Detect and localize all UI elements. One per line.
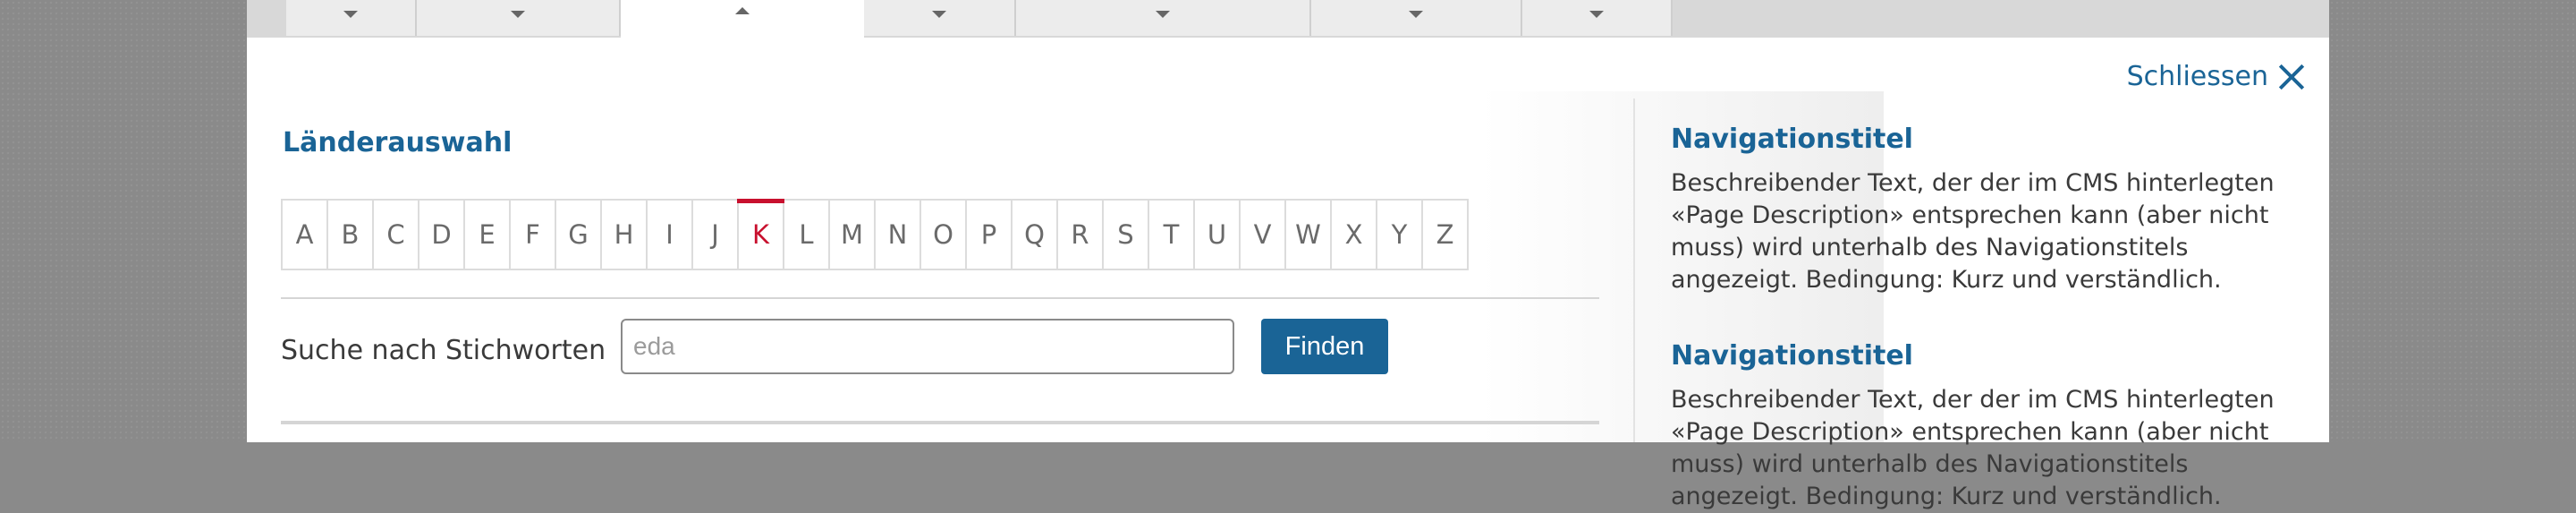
letter-w[interactable]: W — [1286, 201, 1332, 269]
nav-item-title[interactable]: Navigationstitel — [1671, 124, 2297, 155]
letter-p[interactable]: P — [967, 201, 1013, 269]
letter-e[interactable]: E — [465, 201, 511, 269]
tab-4[interactable] — [864, 0, 1016, 36]
close-icon — [2279, 64, 2304, 90]
chevron-down-icon — [343, 11, 358, 18]
letter-c[interactable]: C — [374, 201, 419, 269]
letter-l[interactable]: L — [784, 201, 830, 269]
letter-d[interactable]: D — [419, 201, 465, 269]
letter-n[interactable]: N — [876, 201, 921, 269]
chevron-down-icon — [932, 11, 946, 18]
search-input[interactable] — [621, 319, 1234, 374]
divider — [281, 421, 1599, 424]
tab-5[interactable] — [1016, 0, 1311, 36]
chevron-down-icon — [511, 11, 525, 18]
nav-item[interactable]: Navigationstitel Beschreibender Text, de… — [1671, 340, 2297, 513]
letter-r[interactable]: R — [1058, 201, 1104, 269]
letter-y[interactable]: Y — [1377, 201, 1423, 269]
tab-6[interactable] — [1311, 0, 1522, 36]
letter-o[interactable]: O — [921, 201, 967, 269]
tab-2[interactable] — [417, 0, 621, 36]
letter-k[interactable]: K — [737, 199, 784, 269]
close-label: Schliessen — [2126, 61, 2268, 92]
nav-item-title[interactable]: Navigationstitel — [1671, 340, 2297, 372]
nav-item-description: Beschreibender Text, der der im CMS hint… — [1671, 386, 2275, 510]
divider — [281, 297, 1599, 299]
letter-a[interactable]: A — [283, 201, 328, 269]
chevron-down-icon — [1589, 11, 1604, 18]
tab-7[interactable] — [1522, 0, 1673, 36]
letter-u[interactable]: U — [1195, 201, 1241, 269]
search-label: Suche nach Stichworten — [281, 335, 606, 366]
chevron-down-icon — [1409, 11, 1423, 18]
letter-h[interactable]: H — [602, 201, 648, 269]
letter-x[interactable]: X — [1332, 201, 1377, 269]
nav-item-description: Beschreibender Text, der der im CMS hint… — [1671, 169, 2275, 294]
alphabet-filter: ABCDEFGHIJKLMNOPQRSTUVWXYZ — [281, 199, 1469, 270]
find-button[interactable]: Finden — [1261, 319, 1388, 374]
chevron-down-icon — [1156, 11, 1170, 18]
letter-t[interactable]: T — [1149, 201, 1195, 269]
letter-b[interactable]: B — [328, 201, 374, 269]
letter-m[interactable]: M — [830, 201, 876, 269]
letter-g[interactable]: G — [556, 201, 602, 269]
letter-z[interactable]: Z — [1423, 201, 1469, 269]
column-divider — [1633, 98, 1635, 442]
letter-j[interactable]: J — [693, 201, 739, 269]
nav-item[interactable]: Navigationstitel Beschreibender Text, de… — [1671, 124, 2297, 296]
letter-v[interactable]: V — [1241, 201, 1286, 269]
letter-s[interactable]: S — [1104, 201, 1149, 269]
top-tab-strip — [247, 0, 2329, 39]
letter-q[interactable]: Q — [1013, 201, 1058, 269]
letter-f[interactable]: F — [511, 201, 556, 269]
tab-3[interactable] — [621, 0, 864, 39]
section-title: Länderauswahl — [283, 127, 513, 158]
letter-i[interactable]: I — [648, 201, 693, 269]
tab-1[interactable] — [286, 0, 417, 36]
close-button[interactable]: Schliessen — [2127, 61, 2304, 92]
chevron-up-icon — [735, 7, 750, 14]
dropdown-panel: Schliessen Länderauswahl ABCDEFGHIJKLMNO… — [247, 38, 2329, 510]
